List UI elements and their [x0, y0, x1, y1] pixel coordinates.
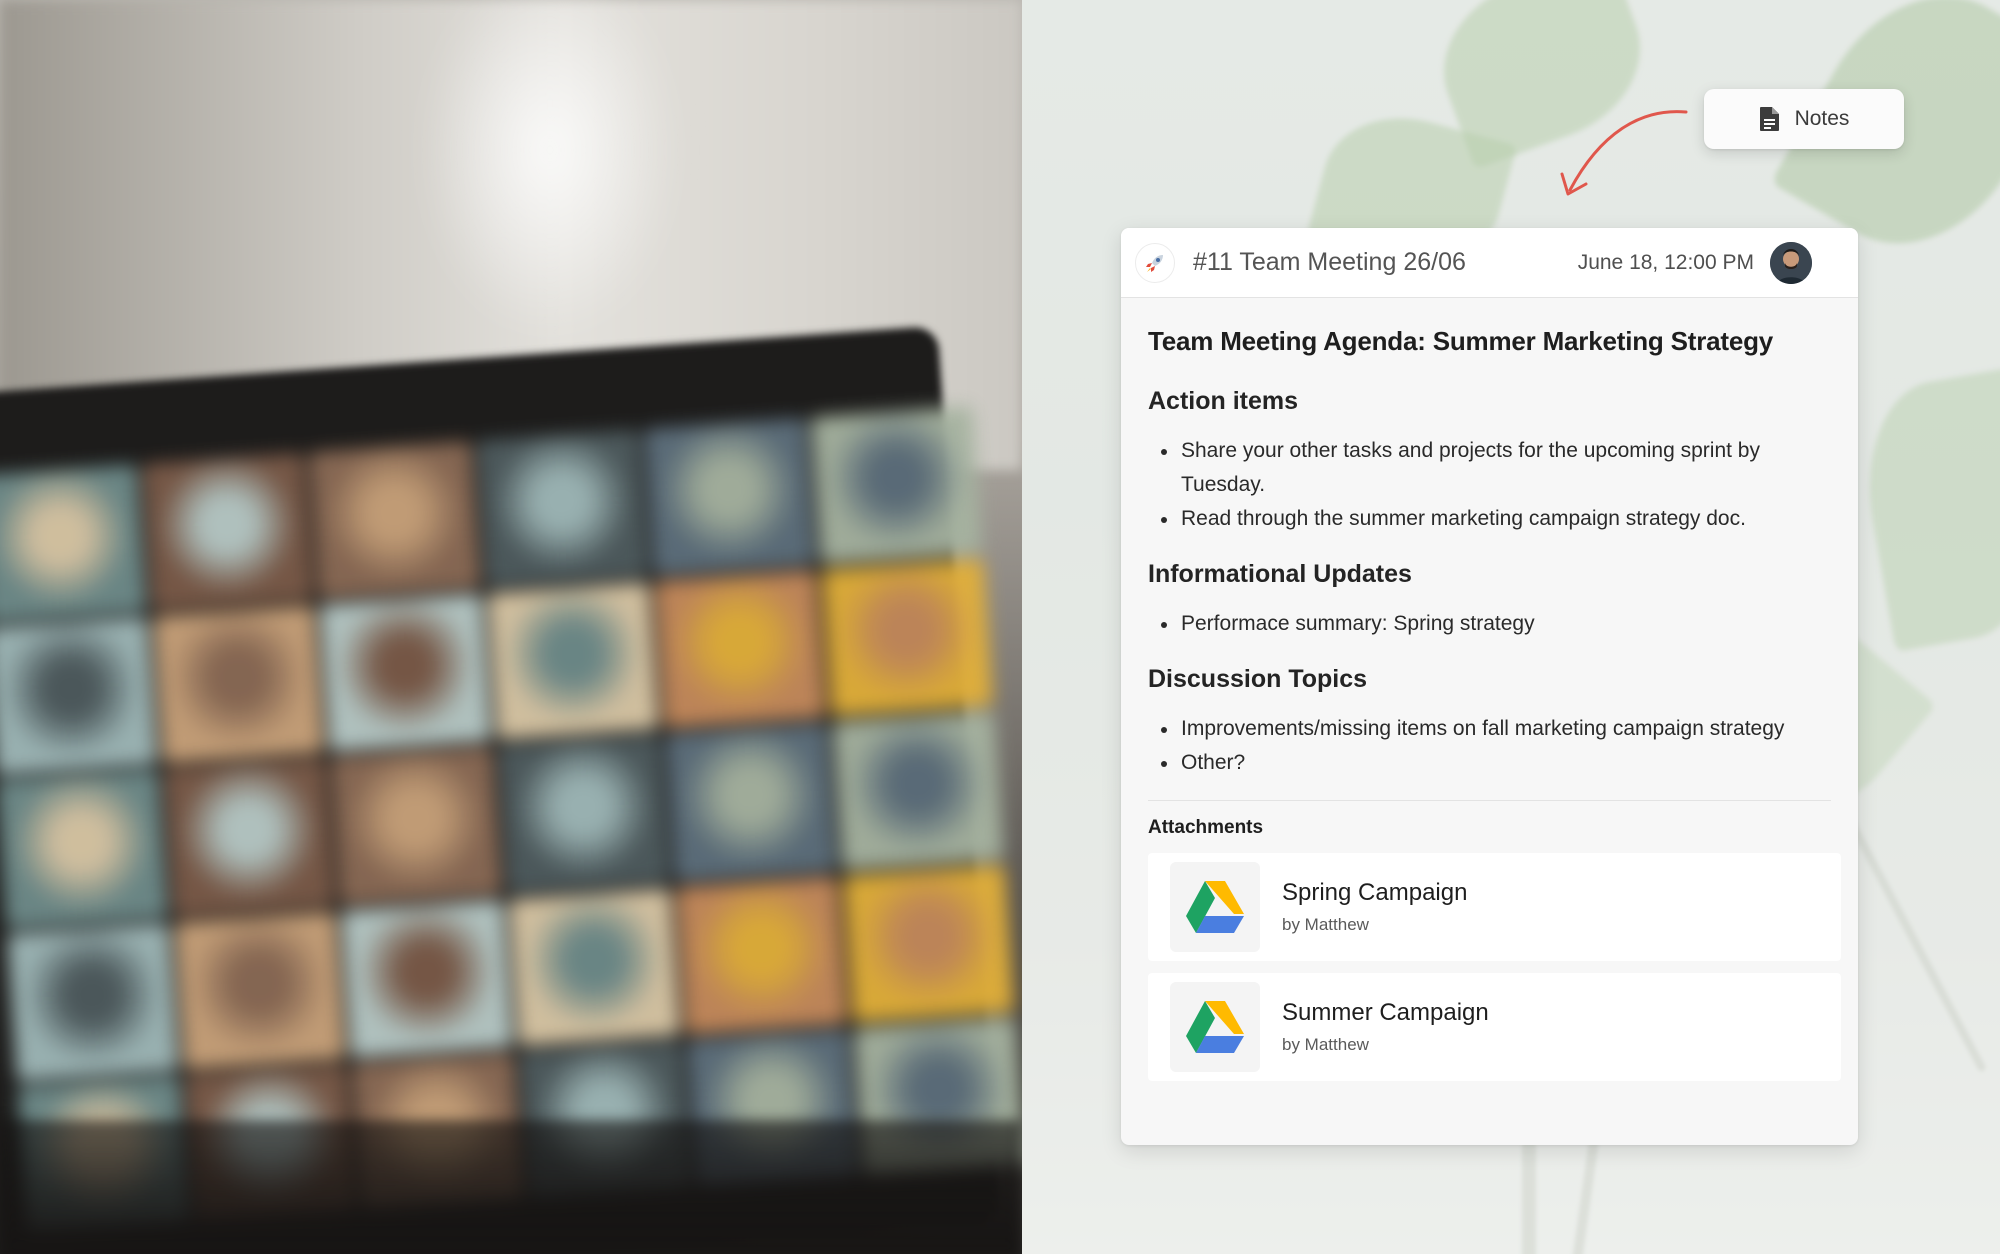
list-item: Performace summary: Spring strategy [1148, 607, 1831, 641]
list-item: Other? [1148, 746, 1831, 780]
section-heading: Action items [1148, 387, 1299, 415]
attachment-name: Summer Campaign [1282, 999, 1489, 1026]
attachment-summer-campaign[interactable]: Summer Campaign by Matthew [1148, 973, 1841, 1081]
bullet-list: Performace summary: Spring strategy [1148, 607, 1831, 641]
pointer-arrow-icon [1560, 110, 1688, 196]
notes-button-label: Notes [1794, 107, 1850, 130]
card-header: #11 Team Meeting 26/06 June 18, 12:00 PM [1121, 228, 1858, 298]
list-item: Improvements/missing items on fall marke… [1148, 712, 1831, 746]
attachments-heading: Attachments [1148, 817, 1264, 838]
section-action-items: Action items Share your other tasks and … [1148, 387, 1831, 536]
agenda-title: Team Meeting Agenda: Summer Marketing St… [1148, 326, 1774, 356]
rocket-icon [1135, 242, 1175, 283]
attachment-author: by Matthew [1282, 915, 1369, 934]
divider [1148, 800, 1831, 801]
meeting-datetime: June 18, 12:00 PM [1577, 250, 1754, 274]
attachment-name: Spring Campaign [1282, 879, 1468, 906]
attachment-author: by Matthew [1282, 1035, 1369, 1054]
list-item: Share your other tasks and projects for … [1148, 434, 1831, 502]
meeting-notes-card: #11 Team Meeting 26/06 June 18, 12:00 PM… [1121, 228, 1858, 1145]
google-drive-icon [1170, 862, 1260, 952]
document-icon [1759, 107, 1779, 131]
attachment-spring-campaign[interactable]: Spring Campaign by Matthew [1148, 853, 1841, 961]
section-heading: Discussion Topics [1148, 665, 1368, 693]
section-informational-updates: Informational Updates Performace summary… [1148, 560, 1831, 641]
bullet-list: Improvements/missing items on fall marke… [1148, 712, 1831, 780]
list-item: Read through the summer marketing campai… [1148, 502, 1831, 536]
google-drive-icon [1170, 982, 1260, 1072]
bullet-list: Share your other tasks and projects for … [1148, 434, 1831, 536]
background-photo-video-call [0, 0, 1022, 1254]
section-heading: Informational Updates [1148, 560, 1412, 588]
section-discussion-topics: Discussion Topics Improvements/missing i… [1148, 665, 1831, 780]
avatar[interactable] [1770, 241, 1812, 284]
meeting-title: #11 Team Meeting 26/06 [1193, 248, 1466, 276]
notes-button[interactable]: Notes [1704, 89, 1904, 149]
